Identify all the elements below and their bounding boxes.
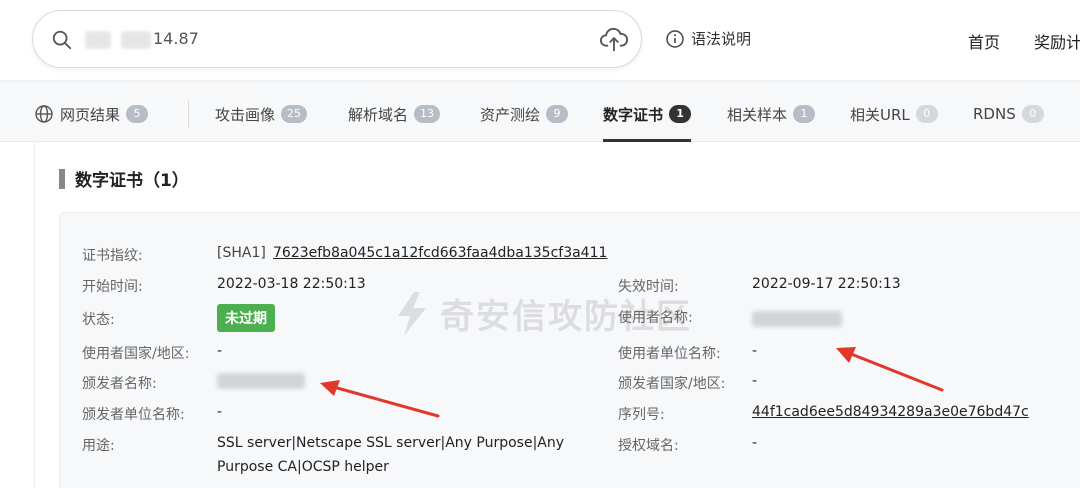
redacted-query-part <box>121 31 151 49</box>
tab-label: 相关样本 <box>727 105 788 124</box>
tab-count-badge: 5 <box>126 105 149 123</box>
start-time-label: 开始时间: <box>82 279 143 295</box>
nav-reward-link[interactable]: 奖励计 <box>1034 29 1080 53</box>
tab-label: 相关URL <box>850 105 910 124</box>
tab-label: 攻击画像 <box>215 105 276 124</box>
globe-icon <box>35 105 53 123</box>
redacted-query-part <box>85 31 111 49</box>
tab-rdns[interactable]: RDNS 0 <box>973 86 1044 142</box>
auth-domain-label: 授权域名: <box>618 438 679 454</box>
start-time-value: 2022-03-18 22:50:13 <box>217 276 366 292</box>
nav-home-link[interactable]: 首页 <box>968 29 1000 53</box>
lightning-logo-icon <box>398 291 426 336</box>
issuer-org-value: - <box>217 404 223 420</box>
title-accent-bar <box>59 168 65 189</box>
search-box[interactable]: 14.87 <box>32 10 642 68</box>
fingerprint-label: 证书指纹: <box>82 248 143 264</box>
section-title: 数字证书（1） <box>59 166 189 191</box>
search-input[interactable]: 14.87 <box>153 29 199 48</box>
user-name-label: 使用者名称: <box>618 310 693 326</box>
tab-count-badge: 0 <box>1021 105 1044 123</box>
tab-label: 数字证书 <box>603 105 664 124</box>
fingerprint-prefix: [SHA1] <box>217 245 266 261</box>
tab-asset-mapping[interactable]: 资产测绘 9 <box>480 86 569 142</box>
expire-time-value: 2022-09-17 22:50:13 <box>752 276 901 292</box>
certificate-section: 数字证书（1） 奇安信攻防社区 证书指纹: [SHA1] 7623efb8a04… <box>34 142 1080 488</box>
tab-web-results[interactable]: 网页结果 5 <box>34 86 149 142</box>
search-icon[interactable] <box>51 29 73 51</box>
tab-label: 网页结果 <box>60 105 121 124</box>
expire-time-label: 失效时间: <box>618 279 679 295</box>
redacted-issuer-name <box>217 373 305 389</box>
tab-count-badge: 25 <box>281 105 308 123</box>
status-badge: 未过期 <box>217 304 275 332</box>
user-country-value: - <box>217 343 223 359</box>
user-country-label: 使用者国家/地区: <box>82 346 190 362</box>
status-label: 状态: <box>82 312 115 328</box>
tab-count-badge: 1 <box>793 105 816 123</box>
syntax-help-link[interactable]: 语法说明 <box>665 28 751 49</box>
usage-value-line2: Purpose CA|OCSP helper <box>217 459 389 475</box>
tab-resolved-domains[interactable]: 解析域名 13 <box>348 86 441 142</box>
tab-count-badge: 0 <box>915 105 938 123</box>
tab-related-samples[interactable]: 相关样本 1 <box>727 86 816 142</box>
issuer-org-label: 颁发者单位名称: <box>82 407 185 423</box>
tab-certificates[interactable]: 数字证书 1 <box>603 86 692 142</box>
issuer-name-label: 颁发者名称: <box>82 376 157 392</box>
serial-label: 序列号: <box>618 407 665 423</box>
usage-label: 用途: <box>82 438 115 454</box>
annotation-arrow-left <box>320 380 440 418</box>
cloud-upload-icon[interactable] <box>599 25 629 55</box>
usage-value-line1: SSL server|Netscape SSL server|Any Purpo… <box>217 435 565 451</box>
tab-count-badge: 1 <box>669 105 692 123</box>
serial-link[interactable]: 44f1cad6ee5d84934289a3e0e76bd47c <box>752 404 1029 420</box>
result-tabs: 网页结果 5 攻击画像 25 解析域名 13 资产测绘 9 数字证书 1 相关样… <box>0 86 1080 142</box>
tab-count-badge: 9 <box>546 105 569 123</box>
tab-label: 解析域名 <box>348 105 409 124</box>
info-icon <box>666 29 684 48</box>
tab-attack-profile[interactable]: 攻击画像 25 <box>215 86 308 142</box>
annotation-arrow-right <box>836 347 944 392</box>
tab-label: RDNS <box>973 105 1016 123</box>
fingerprint-link[interactable]: 7623efb8a045c1a12fcd663faa4dba135cf3a411 <box>273 245 607 261</box>
issuer-country-label: 颁发者国家/地区: <box>618 376 726 392</box>
syntax-help-label: 语法说明 <box>691 30 752 48</box>
tab-separator <box>188 100 189 128</box>
tab-related-urls[interactable]: 相关URL 0 <box>850 86 938 142</box>
top-bar: 14.87 语法说明 首页 奖励计 <box>0 0 1080 80</box>
redacted-user-name <box>752 311 842 327</box>
user-org-label: 使用者单位名称: <box>618 346 721 362</box>
tab-count-badge: 13 <box>414 105 441 123</box>
section-title-text: 数字证书（1） <box>75 171 189 191</box>
tab-label: 资产测绘 <box>480 105 541 124</box>
auth-domain-value: - <box>752 435 758 451</box>
issuer-country-value: - <box>752 373 758 389</box>
user-org-value: - <box>752 343 758 359</box>
